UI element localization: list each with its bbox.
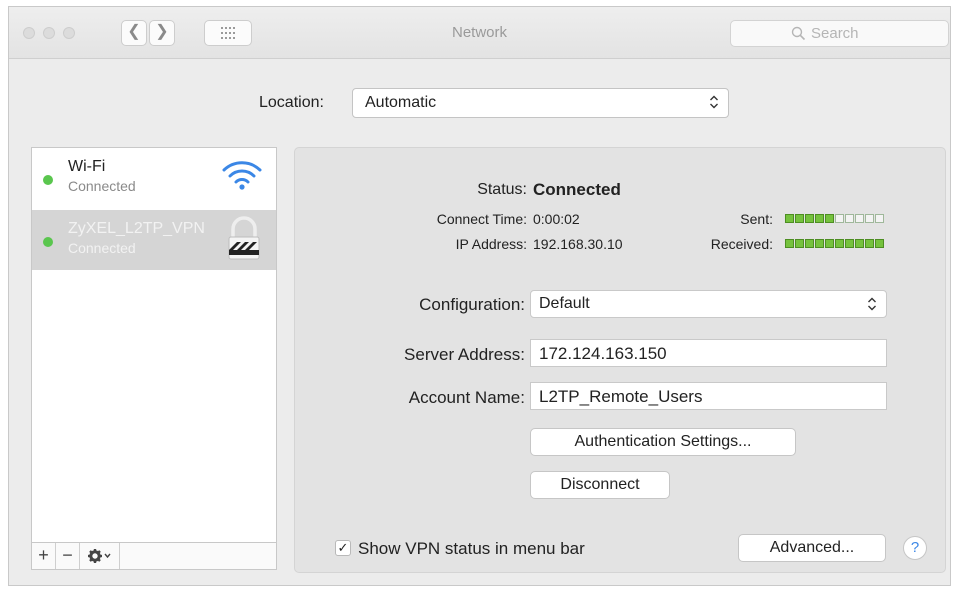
service-item-vpn[interactable]: ZyXEL_L2TP_VPN Connected (32, 210, 276, 270)
location-value: Automatic (365, 94, 437, 111)
sent-label: Sent: (740, 211, 773, 227)
updown-chevron-icon (710, 95, 718, 109)
minus-icon: − (62, 545, 73, 565)
service-name: Wi-Fi (68, 158, 106, 175)
service-item-wifi[interactable]: Wi-Fi Connected (32, 148, 276, 208)
ip-address-value: 192.168.30.10 (533, 236, 623, 252)
disconnect-button[interactable]: Disconnect (530, 471, 670, 499)
help-button[interactable]: ? (903, 536, 927, 560)
location-select[interactable]: Automatic (352, 88, 729, 118)
server-address-field[interactable]: 172.124.163.150 (530, 339, 887, 367)
status-dot (43, 237, 53, 247)
meter-segment (805, 239, 814, 248)
service-status: Connected (68, 178, 136, 194)
meter-segment (785, 239, 794, 248)
updown-chevron-icon (868, 297, 876, 311)
remove-service-button[interactable]: − (56, 543, 80, 569)
meter-segment (835, 214, 844, 223)
configuration-select[interactable]: Default (530, 290, 887, 318)
account-name-field[interactable]: L2TP_Remote_Users (530, 382, 887, 410)
server-address-label: Server Address: (404, 345, 525, 364)
received-label: Received: (710, 236, 773, 252)
show-vpn-status-label: Show VPN status in menu bar (358, 539, 585, 558)
meter-segment (815, 239, 824, 248)
meter-segment (785, 214, 794, 223)
meter-segment (865, 239, 874, 248)
meter-segment (855, 214, 864, 223)
configuration-label: Configuration: (419, 295, 525, 314)
received-activity-meter (785, 239, 884, 248)
status-dot (43, 175, 53, 185)
status-value: Connected (533, 180, 621, 199)
configuration-value: Default (539, 295, 590, 312)
meter-segment (875, 239, 884, 248)
action-menu-button[interactable] (80, 543, 120, 569)
service-list: Wi-Fi Connected ZyXEL_L2TP_VPN Connected (31, 147, 277, 570)
search-input[interactable]: Search (730, 20, 949, 47)
authentication-settings-button[interactable]: Authentication Settings... (530, 428, 796, 456)
search-icon (791, 26, 806, 41)
wifi-icon (222, 161, 262, 190)
meter-segment (835, 239, 844, 248)
meter-segment (795, 214, 804, 223)
vpn-details-panel: Status: Connected Connect Time: 0:00:02 … (294, 147, 946, 573)
meter-segment (805, 214, 814, 223)
gear-icon (87, 549, 111, 563)
service-list-toolbar: + − (32, 542, 276, 569)
meter-segment (815, 214, 824, 223)
add-service-button[interactable]: + (32, 543, 56, 569)
sent-activity-meter (785, 214, 884, 223)
checkmark-icon: ✓ (337, 540, 349, 555)
account-name-label: Account Name: (408, 388, 525, 407)
service-status: Connected (68, 240, 136, 256)
plus-icon: + (38, 545, 49, 565)
meter-segment (825, 239, 834, 248)
meter-segment (875, 214, 884, 223)
meter-segment (795, 239, 804, 248)
status-label: Status: (477, 181, 527, 198)
lock-icon (228, 216, 260, 260)
meter-segment (825, 214, 834, 223)
location-label: Location: (259, 94, 324, 111)
meter-segment (845, 214, 854, 223)
search-placeholder: Search (811, 25, 859, 42)
show-vpn-status-checkbox[interactable]: ✓ (335, 540, 351, 556)
connect-time-value: 0:00:02 (533, 211, 580, 227)
meter-segment (845, 239, 854, 248)
connect-time-label: Connect Time: (436, 211, 527, 227)
meter-segment (865, 214, 874, 223)
service-name: ZyXEL_L2TP_VPN (68, 220, 205, 237)
advanced-button[interactable]: Advanced... (738, 534, 886, 562)
meter-segment (855, 239, 864, 248)
ip-address-label: IP Address: (455, 236, 527, 252)
network-preferences-window: ❮ ❯ Network Search Location: Automatic W… (8, 6, 951, 586)
title-bar: ❮ ❯ Network Search (9, 7, 950, 59)
